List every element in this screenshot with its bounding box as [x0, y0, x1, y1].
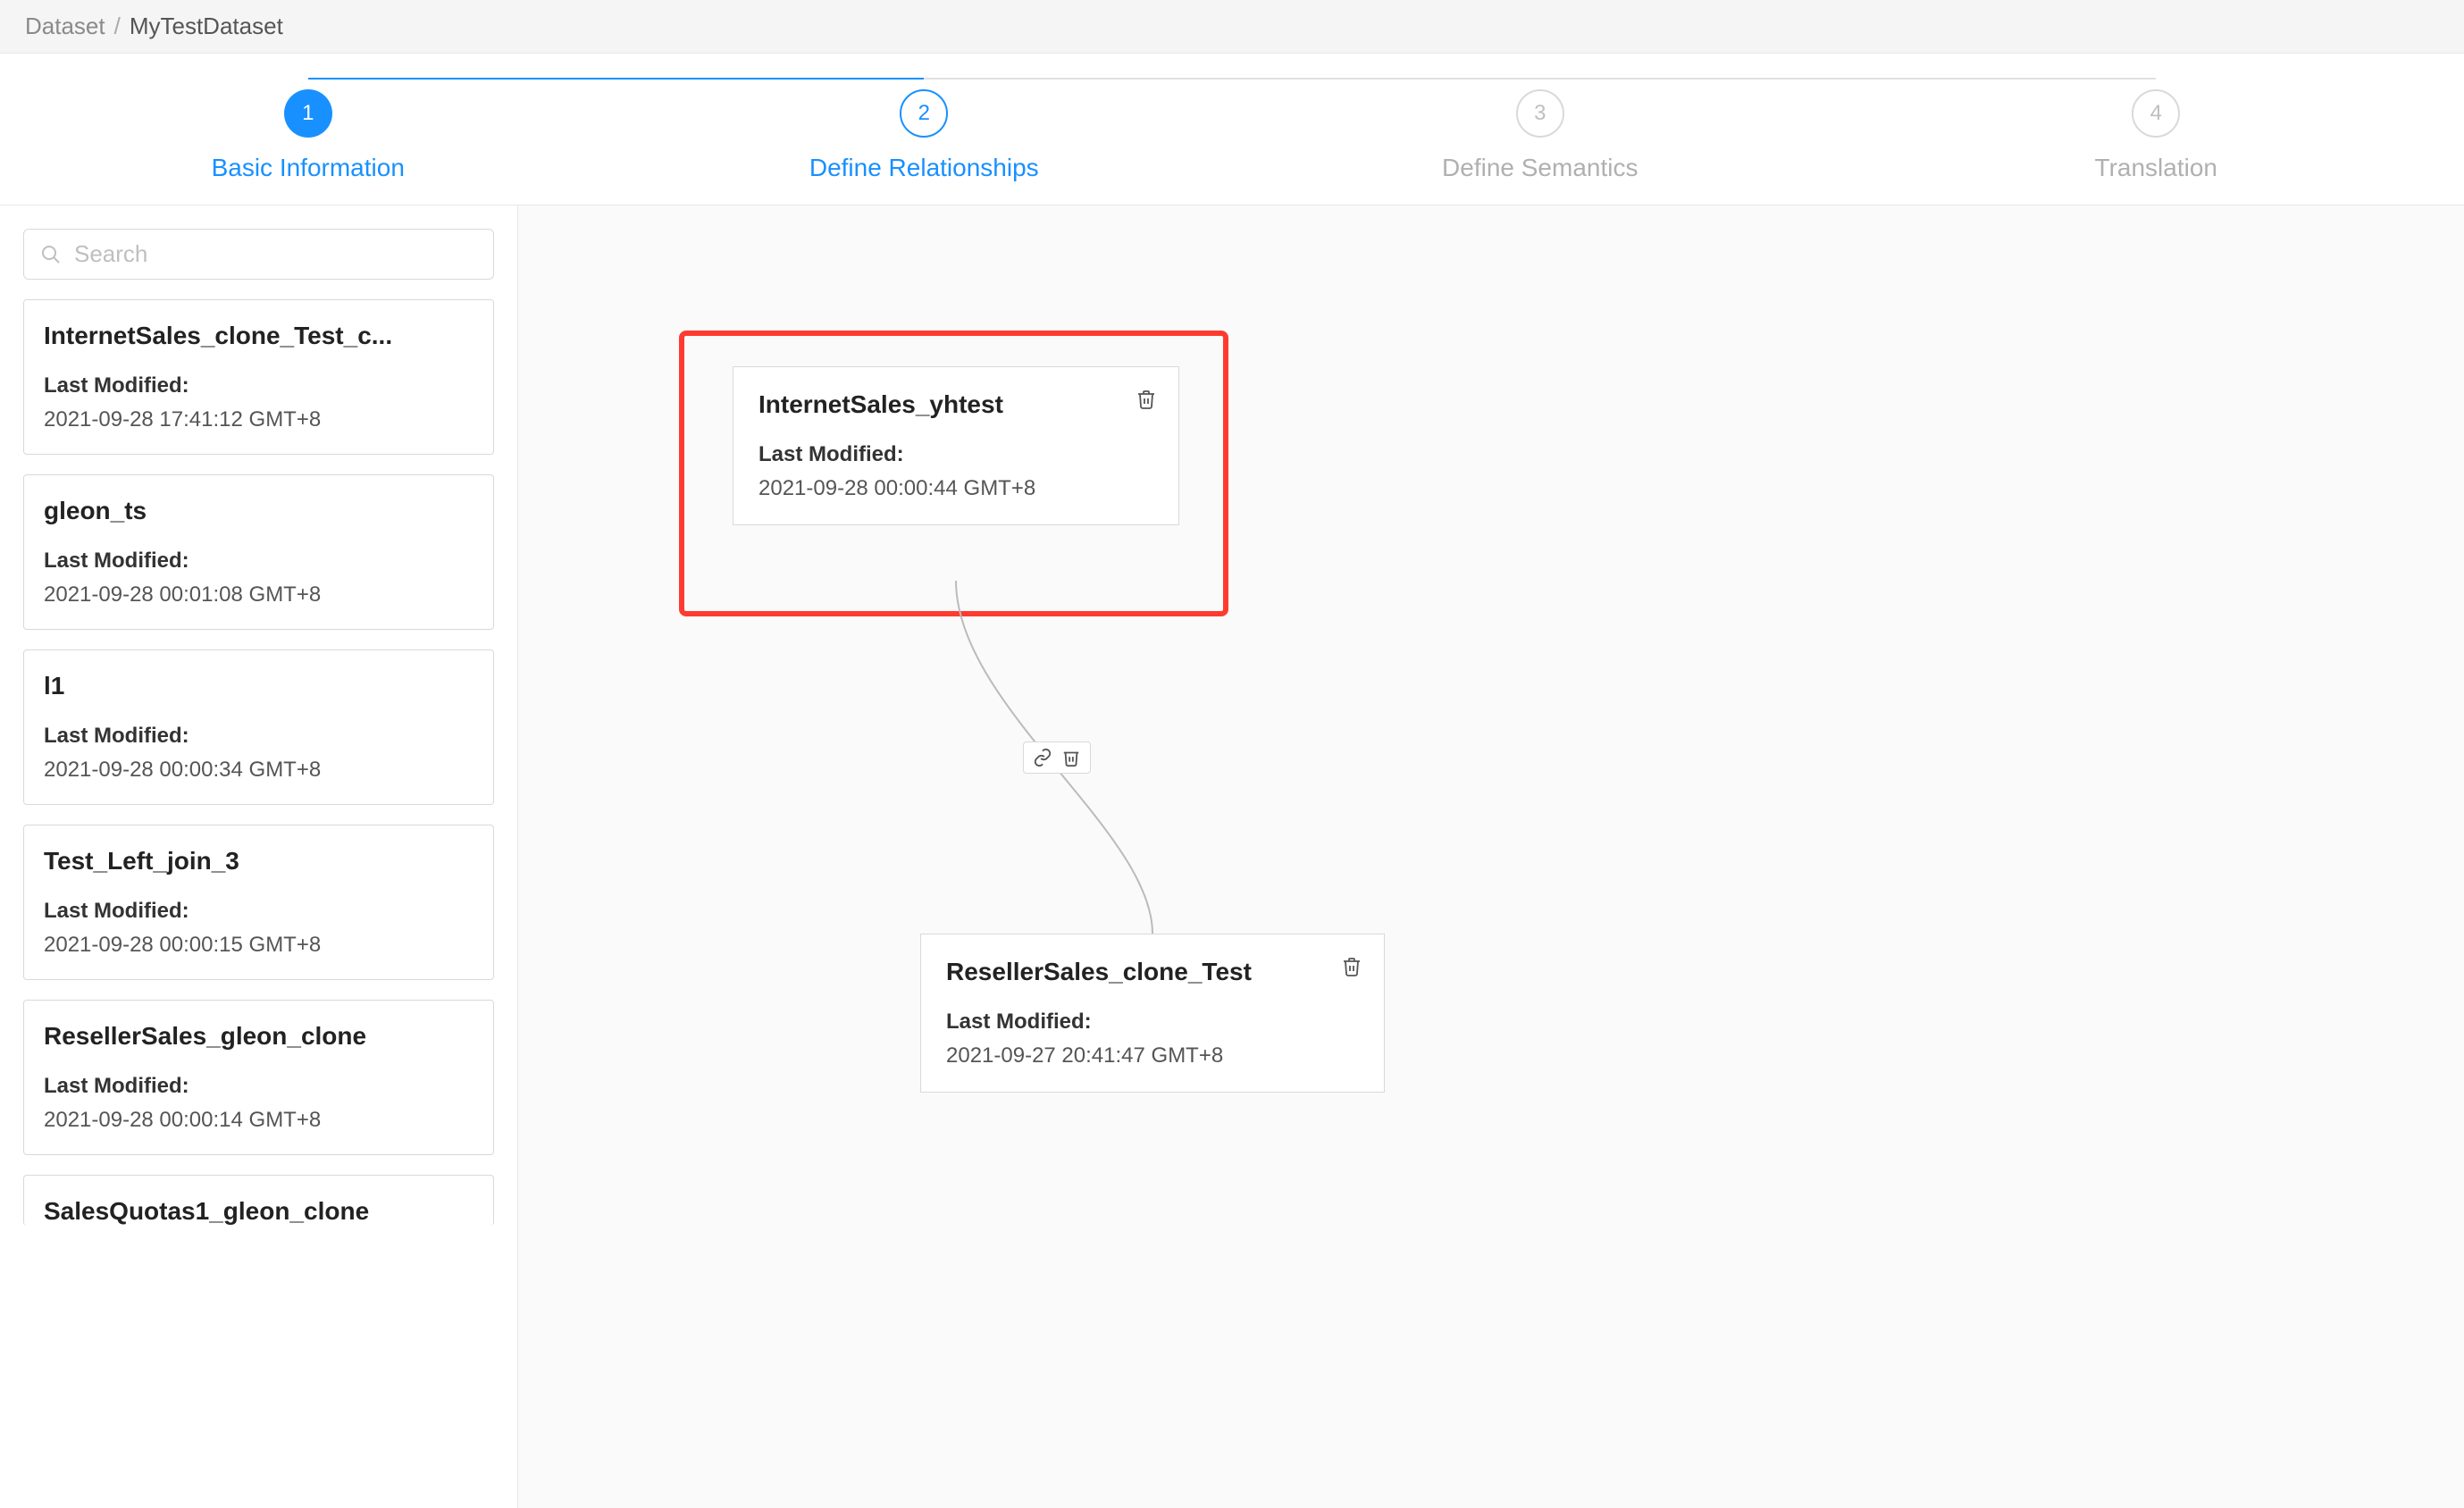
- last-modified-value: 2021-09-27 20:41:47 GMT+8: [946, 1043, 1359, 1068]
- last-modified-label: Last Modified:: [44, 1074, 474, 1099]
- last-modified-value: 2021-09-28 00:00:34 GMT+8: [44, 758, 474, 783]
- last-modified-value: 2021-09-28 00:01:08 GMT+8: [44, 582, 474, 607]
- step-connector-1-2: [308, 78, 925, 80]
- last-modified-label: Last Modified:: [946, 1010, 1359, 1035]
- breadcrumb-root[interactable]: Dataset: [25, 13, 105, 40]
- wizard-stepper: 1 Basic Information 2 Define Relationshi…: [0, 54, 2464, 205]
- step-number-3: 3: [1516, 89, 1564, 138]
- last-modified-value: 2021-09-28 00:00:44 GMT+8: [758, 476, 1153, 501]
- last-modified-label: Last Modified:: [44, 373, 474, 398]
- sidebar: InternetSales_clone_Test_c... Last Modif…: [0, 205, 518, 1508]
- sidebar-item-title: InternetSales_clone_Test_c...: [44, 322, 474, 350]
- edge-toolbar[interactable]: [1023, 741, 1091, 774]
- dataset-node-resellersales[interactable]: ResellerSales_clone_Test Last Modified: …: [920, 934, 1385, 1093]
- sidebar-item-title: SalesQuotas1_gleon_clone: [44, 1197, 474, 1226]
- main-content: InternetSales_clone_Test_c... Last Modif…: [0, 205, 2464, 1508]
- breadcrumb-separator: /: [114, 13, 121, 40]
- last-modified-label: Last Modified:: [758, 442, 1153, 467]
- step-basic-information[interactable]: 1 Basic Information: [0, 89, 616, 182]
- step-number-2: 2: [900, 89, 948, 138]
- last-modified-value: 2021-09-28 00:00:14 GMT+8: [44, 1108, 474, 1133]
- sidebar-item-title: gleon_ts: [44, 497, 474, 525]
- sidebar-item-title: l1: [44, 672, 474, 700]
- search-box[interactable]: [23, 229, 494, 280]
- breadcrumb: Dataset / MyTestDataset: [0, 0, 2464, 54]
- last-modified-label: Last Modified:: [44, 549, 474, 574]
- trash-icon[interactable]: [1136, 389, 1157, 410]
- link-icon[interactable]: [1033, 748, 1052, 767]
- step-define-relationships[interactable]: 2 Define Relationships: [616, 89, 1233, 182]
- step-connector-3-4: [1540, 78, 2157, 80]
- step-define-semantics[interactable]: 3 Define Semantics: [1232, 89, 1848, 182]
- trash-icon[interactable]: [1341, 956, 1362, 977]
- dataset-node-internetsales[interactable]: InternetSales_yhtest Last Modified: 2021…: [733, 366, 1179, 525]
- sidebar-item[interactable]: ResellerSales_gleon_clone Last Modified:…: [23, 1000, 494, 1155]
- step-label-2: Define Relationships: [809, 154, 1039, 182]
- search-icon: [40, 244, 62, 265]
- last-modified-value: 2021-09-28 17:41:12 GMT+8: [44, 407, 474, 432]
- sidebar-item[interactable]: l1 Last Modified: 2021-09-28 00:00:34 GM…: [23, 649, 494, 805]
- step-label-3: Define Semantics: [1442, 154, 1638, 182]
- sidebar-item[interactable]: SalesQuotas1_gleon_clone: [23, 1175, 494, 1226]
- sidebar-item[interactable]: InternetSales_clone_Test_c... Last Modif…: [23, 299, 494, 455]
- breadcrumb-current: MyTestDataset: [130, 13, 283, 40]
- last-modified-value: 2021-09-28 00:00:15 GMT+8: [44, 933, 474, 958]
- step-translation[interactable]: 4 Translation: [1848, 89, 2464, 182]
- node-title: InternetSales_yhtest: [758, 390, 1153, 419]
- node-title: ResellerSales_clone_Test: [946, 958, 1359, 986]
- step-number-4: 4: [2132, 89, 2180, 138]
- step-label-4: Translation: [2095, 154, 2217, 182]
- sidebar-item[interactable]: gleon_ts Last Modified: 2021-09-28 00:01…: [23, 474, 494, 630]
- search-input[interactable]: [74, 240, 477, 268]
- last-modified-label: Last Modified:: [44, 899, 474, 924]
- relationship-canvas[interactable]: InternetSales_yhtest Last Modified: 2021…: [518, 205, 2464, 1508]
- step-number-1: 1: [284, 89, 332, 138]
- step-connector-2-3: [924, 78, 1540, 80]
- step-label-1: Basic Information: [212, 154, 405, 182]
- sidebar-item-title: ResellerSales_gleon_clone: [44, 1022, 474, 1051]
- sidebar-item[interactable]: Test_Left_join_3 Last Modified: 2021-09-…: [23, 825, 494, 980]
- relationship-edge: [518, 205, 2464, 1188]
- trash-icon[interactable]: [1061, 748, 1081, 767]
- sidebar-item-title: Test_Left_join_3: [44, 847, 474, 875]
- last-modified-label: Last Modified:: [44, 724, 474, 749]
